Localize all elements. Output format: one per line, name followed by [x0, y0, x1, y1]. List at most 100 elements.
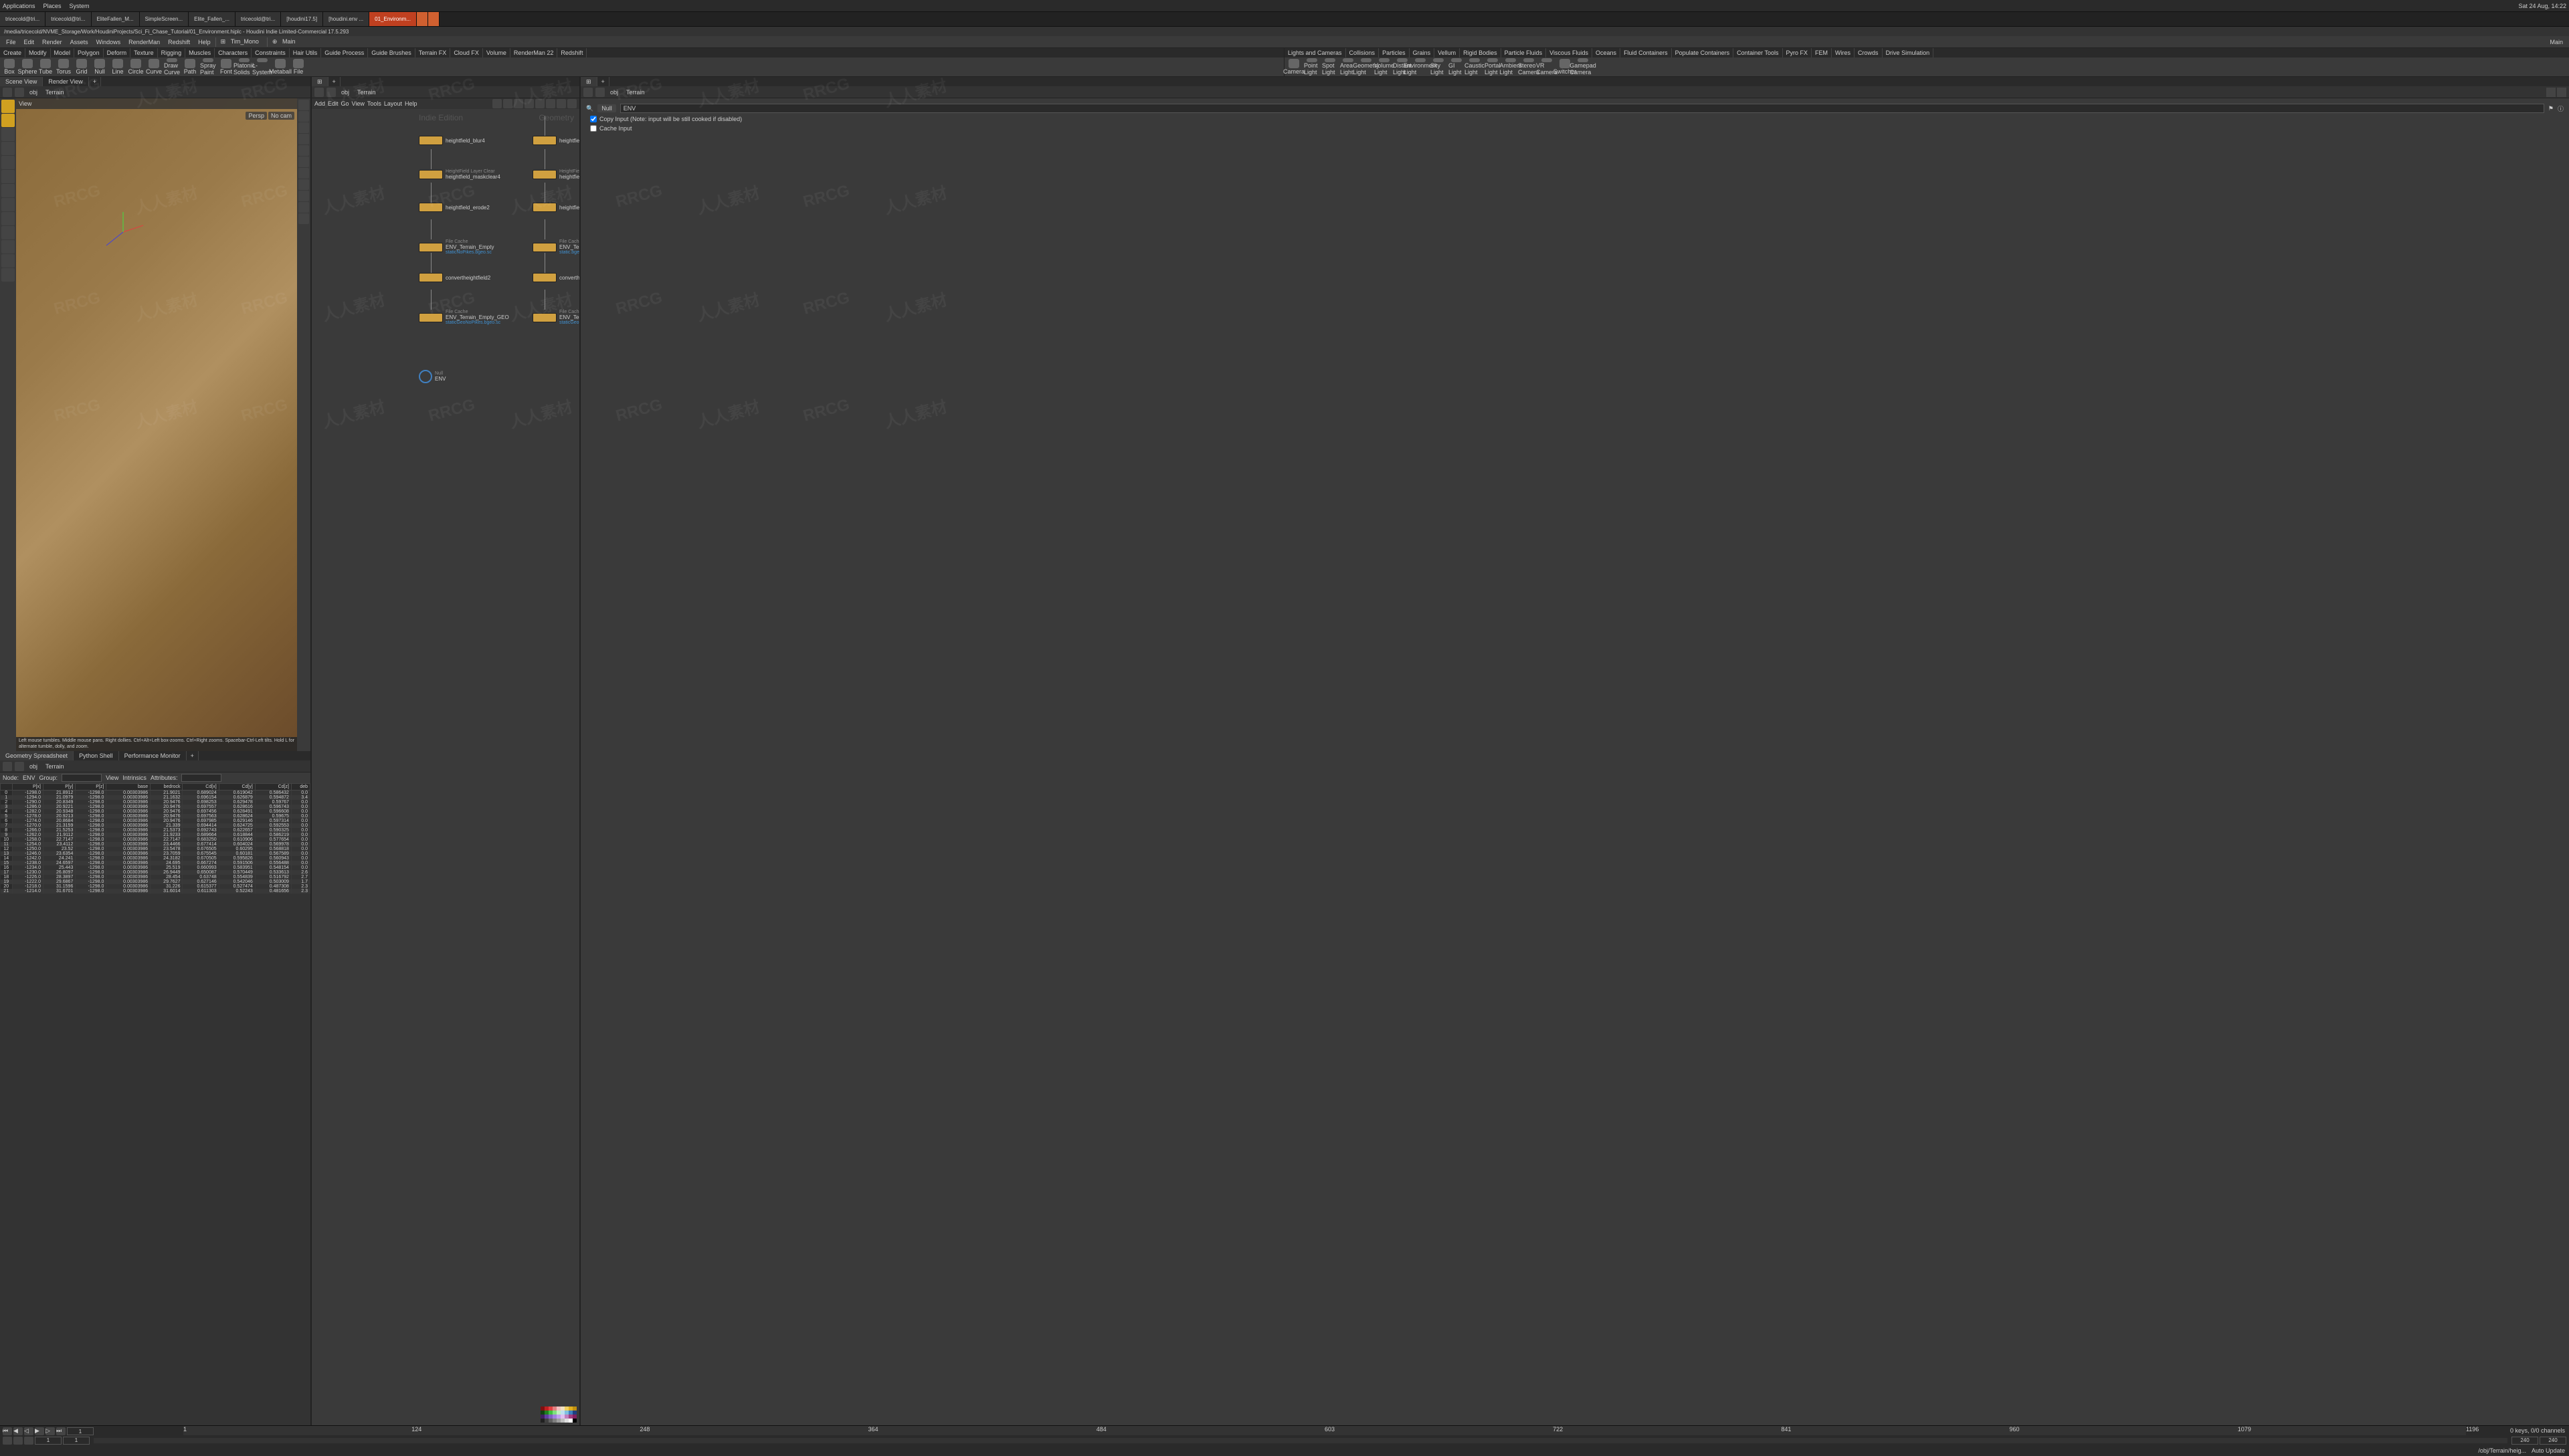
network-node[interactable]: File CacheENV_Terrain_Empty_GEOstaticGeo… [419, 310, 509, 325]
shelf-tab[interactable]: Oceans [1592, 48, 1620, 58]
network-node[interactable]: File CacheENV_Terrain_GEOstaticGeo.bgeo.… [533, 310, 579, 325]
net-grid-icon[interactable] [514, 99, 523, 108]
nav-back-icon[interactable] [583, 88, 593, 97]
shelf-tool[interactable]: Ambient Light [1503, 58, 1519, 76]
shelf-tab[interactable]: Cloud FX [450, 48, 483, 58]
timeline-track[interactable]: 112424836448460372284196010791196 [183, 1426, 2466, 1435]
network-node[interactable]: convertheightfield1 [533, 273, 579, 282]
shelf-tab[interactable]: Model [51, 48, 75, 58]
shelf-tool[interactable]: Caustic Light [1466, 58, 1483, 76]
taskbar-tab[interactable]: Elite_Fallen_... [189, 12, 235, 26]
shelf-tab[interactable]: Lights and Cameras [1284, 48, 1346, 58]
table-row[interactable]: 8-1266.021.5253-1298.00.0030398621.53730… [1, 828, 310, 833]
view-menu[interactable]: View [106, 774, 118, 781]
shelf-tab[interactable]: Rigging [158, 48, 186, 58]
shelf-tool[interactable]: Metaball [272, 58, 288, 76]
net-zoom-icon[interactable] [567, 99, 577, 108]
menu-file[interactable]: File [3, 39, 19, 45]
path-node[interactable]: Terrain [43, 89, 67, 96]
shelf-tab[interactable]: Terrain FX [415, 48, 451, 58]
path-root[interactable]: obj [339, 89, 352, 96]
column-header[interactable]: bedrock [151, 784, 183, 791]
frame-start-input[interactable] [63, 1437, 90, 1445]
shelf-tool[interactable]: Curve [146, 58, 162, 76]
table-row[interactable]: 11-1254.023.4112-1298.00.0030398623.4466… [1, 842, 310, 847]
table-row[interactable]: 17-1230.026.8097-1298.00.0030398626.9449… [1, 870, 310, 875]
play-rev-button[interactable]: ◁ [24, 1427, 33, 1435]
shelf-tab[interactable]: Texture [130, 48, 158, 58]
shelf-tool[interactable]: Draw Curve [164, 58, 180, 76]
scale-tool[interactable] [1, 156, 15, 169]
net-menu-item[interactable]: Edit [328, 100, 339, 107]
prev-frame-button[interactable]: ◀ [13, 1427, 23, 1435]
shelf-tab[interactable]: Crowds [1854, 48, 1883, 58]
network-node[interactable]: File CacheENV_Terrainstatic.bgeo.sc [533, 239, 579, 255]
nav-back-icon[interactable] [314, 88, 324, 97]
light-tool[interactable] [1, 240, 15, 253]
table-row[interactable]: 16-1234.025.443-1298.00.0030398625.5190.… [1, 865, 310, 870]
select-tool[interactable] [1, 100, 15, 113]
path-root[interactable]: obj [27, 89, 40, 96]
viewport-canvas[interactable]: View Persp No cam Left mouse tumbles. Mi… [16, 98, 297, 751]
menu-render[interactable]: Render [39, 39, 66, 45]
net-tool-icon[interactable] [492, 99, 502, 108]
menu-help[interactable]: Help [195, 39, 214, 45]
shelf-tab[interactable]: Populate Containers [1672, 48, 1734, 58]
search-icon[interactable]: 🔍 [586, 105, 593, 112]
taskbar-tab[interactable]: EliteFallen_M... [92, 12, 140, 26]
shelf-tool[interactable]: Null [92, 58, 108, 76]
column-header[interactable]: P[z] [76, 784, 106, 791]
network-node[interactable]: NullENV [419, 370, 446, 383]
taskbar-tab[interactable]: tricecold@tri... [0, 12, 45, 26]
nav-fwd-icon[interactable] [595, 88, 605, 97]
render-tool[interactable] [1, 254, 15, 268]
shelf-tool[interactable]: Platonic Solids [236, 58, 252, 76]
handle-tool[interactable] [1, 114, 15, 127]
add-pane-tab[interactable]: + [597, 77, 609, 86]
prims-icon[interactable] [298, 191, 309, 201]
shelf-tab[interactable]: Collisions [1346, 48, 1379, 58]
shelf-tab[interactable]: FEM [1812, 48, 1832, 58]
table-row[interactable]: 7-1270.021.3159-1298.00.0030398621.3390.… [1, 823, 310, 828]
gizmo-icon[interactable] [96, 205, 150, 259]
column-header[interactable]: Cd[y] [219, 784, 255, 791]
add-pane-tab[interactable]: + [328, 77, 341, 86]
auto-update[interactable]: Auto Update [2532, 1447, 2565, 1454]
menu-renderman[interactable]: RenderMan [125, 39, 163, 45]
rotate-tool[interactable] [1, 142, 15, 155]
shelf-tool[interactable]: Portal Light [1485, 58, 1501, 76]
add-pane-tab[interactable]: + [187, 751, 199, 760]
ghost-icon[interactable] [298, 122, 309, 133]
loop-button[interactable] [13, 1437, 23, 1445]
shelf-tab[interactable]: Polygon [74, 48, 104, 58]
column-header[interactable] [1, 784, 13, 791]
hull-icon[interactable] [298, 202, 309, 213]
flag-icon[interactable]: ⚑ [2548, 105, 2554, 112]
normals-icon[interactable] [298, 168, 309, 179]
desktop-selector[interactable]: ⊞ Tim_Mono [217, 38, 266, 45]
net-note-icon[interactable] [535, 99, 545, 108]
table-row[interactable]: 14-1242.024.241-1298.00.0030398624.31820… [1, 856, 310, 861]
color-palette[interactable] [541, 1407, 577, 1423]
column-header[interactable]: base [106, 784, 151, 791]
table-row[interactable]: 9-1262.021.9112-1298.00.0030398621.92330… [1, 833, 310, 837]
range-start-input[interactable] [35, 1437, 62, 1445]
shelf-tab[interactable]: Fluid Containers [1620, 48, 1672, 58]
path-node[interactable]: Terrain [624, 89, 648, 96]
range-end-input[interactable] [2540, 1437, 2566, 1445]
frame-end-input[interactable] [2511, 1437, 2538, 1445]
shelf-tab[interactable]: Deform [104, 48, 131, 58]
path-root[interactable]: obj [607, 89, 621, 96]
context-selector[interactable]: ⊕ Main [269, 38, 302, 45]
net-menu-item[interactable]: View [352, 100, 365, 107]
tab-network[interactable]: ⊞ [312, 77, 328, 86]
context-right[interactable]: Main [2546, 39, 2566, 45]
tab-render-view[interactable]: Render View [43, 77, 88, 86]
network-node[interactable]: convertheightfield2 [419, 273, 490, 282]
shelf-tab[interactable]: Vellum [1434, 48, 1460, 58]
network-node[interactable]: heightfield_erode1 [533, 203, 579, 212]
range-slider[interactable] [94, 1438, 2507, 1443]
next-frame-button[interactable]: ▷ [45, 1427, 55, 1435]
shelf-tool[interactable]: Sky Light [1430, 58, 1446, 76]
column-header[interactable]: deb [291, 784, 310, 791]
